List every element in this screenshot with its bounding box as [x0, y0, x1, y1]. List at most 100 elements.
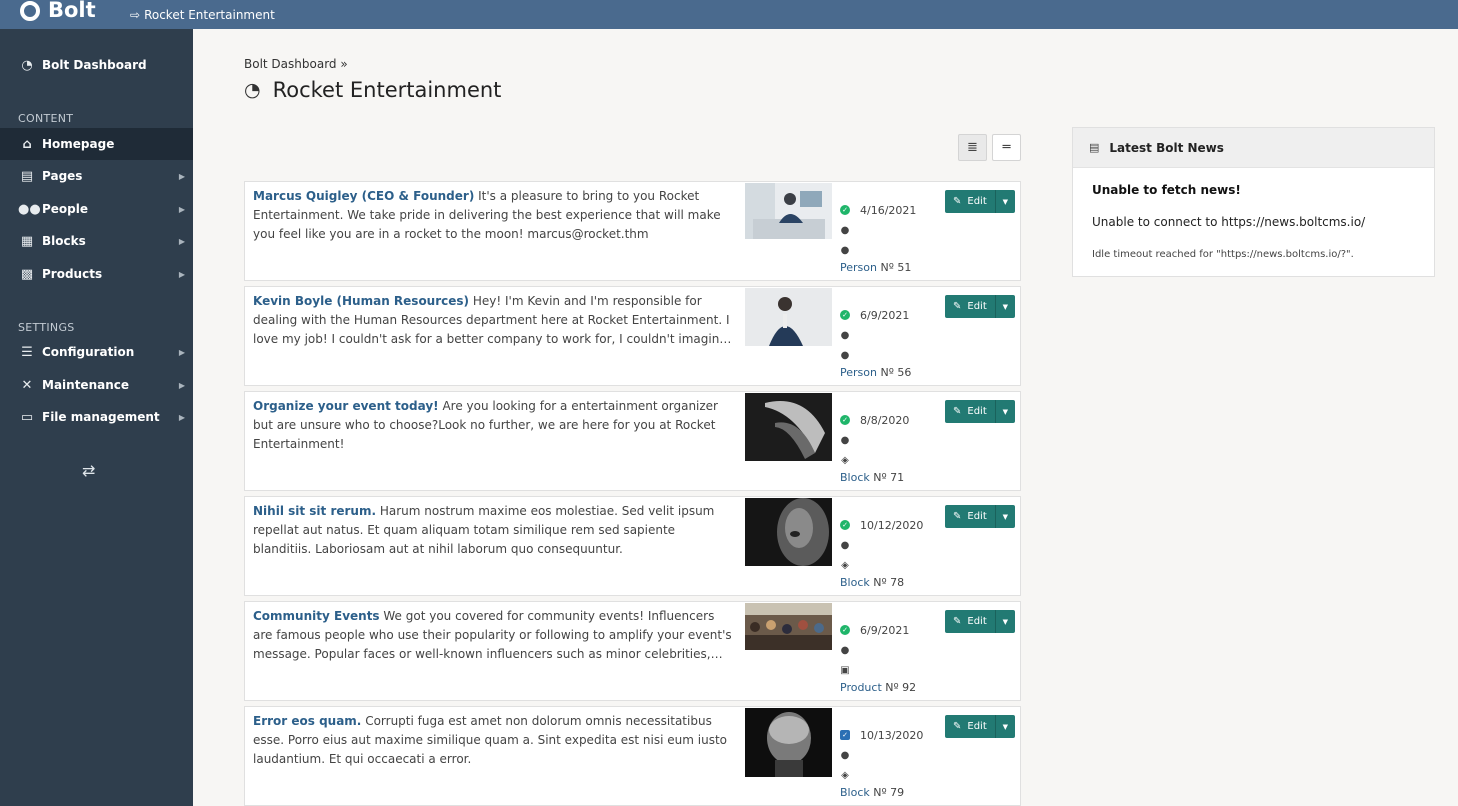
record-title[interactable]: Error eos quam.	[253, 714, 361, 728]
cube-icon: ◈	[841, 769, 849, 781]
caret-down-icon: ▼	[1002, 722, 1008, 731]
sidebar-item-products[interactable]: ▩ Products ▶	[0, 258, 193, 290]
caret-down-icon: ▼	[1002, 407, 1008, 416]
record-meta: ✓ 6/9/2021 ● ● Person Nº 56	[840, 305, 940, 382]
chevron-right-icon: ▶	[178, 412, 185, 422]
edit-label: Edit	[967, 721, 987, 732]
record-type-link[interactable]: Block	[840, 471, 870, 484]
sidebar-item-label: File management	[42, 410, 160, 424]
edit-label: Edit	[967, 406, 987, 417]
record-number: Nº 78	[873, 575, 905, 589]
edit-button-group[interactable]: ✎ Edit ▼	[945, 505, 1015, 528]
site-link-label: Rocket Entertainment	[144, 7, 275, 22]
chevron-right-icon: ▶	[178, 236, 185, 246]
list-item: Error eos quam. Corrupti fuga est amet n…	[244, 706, 1021, 806]
edit-icon: ✎	[953, 196, 962, 207]
gifts-icon: ▩	[20, 266, 34, 282]
sidebar-item-people[interactable]: ●● People ▶	[0, 193, 193, 225]
record-thumbnail[interactable]	[745, 393, 832, 461]
record-number: Nº 71	[873, 470, 905, 484]
record-meta: ✓ 10/12/2020 ● ◈ Block Nº 78	[840, 515, 940, 592]
site-link[interactable]: ⇨ Rocket Entertainment	[130, 8, 275, 22]
bolt-logo[interactable]: Bolt	[0, 0, 130, 29]
edit-icon: ✎	[953, 511, 962, 522]
edit-button[interactable]: ✎ Edit	[945, 715, 995, 738]
edit-button-group[interactable]: ✎ Edit ▼	[945, 610, 1015, 633]
edit-button[interactable]: ✎ Edit	[945, 610, 995, 633]
newspaper-icon: ▤	[1089, 141, 1100, 154]
sidebar-item-label: Configuration	[42, 345, 135, 359]
sidebar-item-configuration[interactable]: ☰ Configuration ▶	[0, 336, 193, 368]
record-thumbnail[interactable]	[745, 498, 832, 566]
list-compact-icon: ═	[1002, 140, 1011, 155]
edit-dropdown-toggle[interactable]: ▼	[994, 400, 1015, 423]
folder-open-icon: ▭	[20, 409, 34, 425]
caret-down-icon: ▼	[1002, 197, 1008, 206]
cube-icon: ◈	[841, 559, 849, 571]
edit-dropdown-toggle[interactable]: ▼	[994, 715, 1015, 738]
edit-button[interactable]: ✎ Edit	[945, 295, 995, 318]
top-bar: Bolt ⇨ Rocket Entertainment	[0, 0, 1458, 29]
caret-down-icon: ▼	[1002, 512, 1008, 521]
sidebar-item-label: Bolt Dashboard	[42, 58, 147, 72]
edit-button[interactable]: ✎ Edit	[945, 505, 995, 528]
edit-dropdown-toggle[interactable]: ▼	[994, 610, 1015, 633]
expanded-view-button[interactable]: ≣	[958, 134, 987, 161]
record-number: Nº 56	[880, 365, 912, 379]
cube-icon: ◈	[841, 454, 849, 466]
record-thumbnail[interactable]	[745, 183, 832, 239]
record-number: Nº 92	[885, 680, 917, 694]
edit-button-group[interactable]: ✎ Edit ▼	[945, 190, 1015, 213]
list-item: Marcus Quigley (CEO & Founder) It's a pl…	[244, 181, 1021, 281]
record-excerpt: Community Events We got you covered for …	[253, 607, 737, 664]
record-title[interactable]: Nihil sit sit rerum.	[253, 504, 376, 518]
record-type-link[interactable]: Person	[840, 261, 877, 274]
edit-button[interactable]: ✎ Edit	[945, 190, 995, 213]
chevron-right-icon: ▶	[178, 269, 185, 279]
record-thumbnail[interactable]	[745, 288, 832, 346]
record-type-link[interactable]: Person	[840, 366, 877, 379]
edit-button-group[interactable]: ✎ Edit ▼	[945, 295, 1015, 318]
record-title[interactable]: Kevin Boyle (Human Resources)	[253, 294, 469, 308]
record-date: 10/12/2020	[860, 518, 924, 532]
record-thumbnail[interactable]	[745, 708, 832, 777]
record-type-link[interactable]: Block	[840, 576, 870, 589]
list-item: Kevin Boyle (Human Resources) Hey! I'm K…	[244, 286, 1021, 386]
chevron-right-icon: ▶	[178, 171, 185, 181]
record-title[interactable]: Marcus Quigley (CEO & Founder)	[253, 189, 474, 203]
sidebar-item-label: People	[42, 202, 89, 216]
record-meta: ✓ 4/16/2021 ● ● Person Nº 51	[840, 200, 940, 277]
sidebar-item-label: Blocks	[42, 234, 86, 248]
edit-label: Edit	[967, 301, 987, 312]
record-title[interactable]: Community Events	[253, 609, 380, 623]
gift-icon: ▣	[840, 664, 850, 676]
edit-dropdown-toggle[interactable]: ▼	[994, 505, 1015, 528]
breadcrumb[interactable]: Bolt Dashboard »	[244, 57, 348, 71]
compact-view-button[interactable]: ═	[992, 134, 1021, 161]
exchange-icon[interactable]: ⇄	[82, 461, 95, 480]
sidebar-item-homepage[interactable]: ⌂ Homepage	[0, 128, 193, 160]
sidebar-item-maintenance[interactable]: ✕ Maintenance ▶	[0, 369, 193, 401]
sidebar-item-blocks[interactable]: ▦ Blocks ▶	[0, 225, 193, 257]
page-title-text: Rocket Entertainment	[272, 78, 502, 102]
record-date: 6/9/2021	[860, 308, 910, 322]
record-type-link[interactable]: Block	[840, 786, 870, 799]
sidebar-item-dashboard[interactable]: ◔ Bolt Dashboard	[0, 49, 193, 81]
edit-button-group[interactable]: ✎ Edit ▼	[945, 400, 1015, 423]
sidebar: ◔ Bolt Dashboard CONTENT ⌂ Homepage ▤ Pa…	[0, 29, 193, 806]
list-item: Community Events We got you covered for …	[244, 601, 1021, 701]
edit-dropdown-toggle[interactable]: ▼	[994, 295, 1015, 318]
held-status-icon: ✓	[840, 730, 850, 740]
sidebar-item-label: Pages	[42, 169, 83, 183]
record-date: 6/9/2021	[860, 623, 910, 637]
record-thumbnail[interactable]	[745, 603, 832, 650]
sidebar-item-file-management[interactable]: ▭ File management ▶	[0, 401, 193, 433]
edit-button[interactable]: ✎ Edit	[945, 400, 995, 423]
edit-dropdown-toggle[interactable]: ▼	[994, 190, 1015, 213]
sidebar-item-pages[interactable]: ▤ Pages ▶	[0, 160, 193, 192]
edit-button-group[interactable]: ✎ Edit ▼	[945, 715, 1015, 738]
record-title[interactable]: Organize your event today!	[253, 399, 439, 413]
record-type-link[interactable]: Product	[840, 681, 882, 694]
list-item: Nihil sit sit rerum. Harum nostrum maxim…	[244, 496, 1021, 596]
users-icon: ●●	[18, 201, 41, 217]
